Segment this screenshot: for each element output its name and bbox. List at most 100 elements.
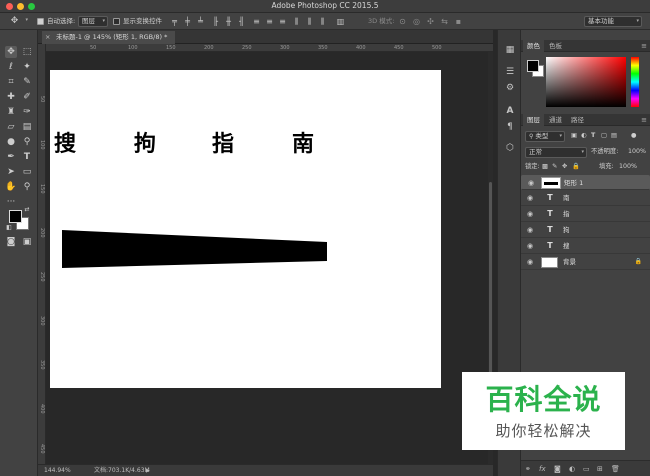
align-right-icon[interactable]: ╢ <box>237 17 246 26</box>
gradient-tool-icon[interactable]: ▤ <box>21 121 33 133</box>
align-bottom-icon[interactable]: ╧ <box>196 17 205 26</box>
align-top-icon[interactable]: ╤ <box>170 17 179 26</box>
auto-align-icon[interactable]: ▥ <box>336 17 345 26</box>
blur-tool-icon[interactable]: ● <box>5 136 17 148</box>
filter-toggle-icon[interactable]: ● <box>631 131 637 141</box>
layer-row-text[interactable]: ◉ T 狗 <box>521 223 650 238</box>
visibility-eye-icon[interactable]: ◉ <box>527 258 533 267</box>
fx-icon[interactable]: fx <box>539 464 546 474</box>
fill-value[interactable]: 100% <box>619 162 637 172</box>
clone-stamp-tool-icon[interactable]: ♜ <box>5 106 17 118</box>
document-tab[interactable]: × 未标题-1 @ 145% (矩形 1, RGB/8) * <box>42 31 176 44</box>
zoom-tool-icon[interactable]: ⚲ <box>21 181 33 193</box>
text-layer-gou[interactable]: 拘 <box>134 132 156 158</box>
distribute-left-icon[interactable]: ⫼ <box>292 17 301 26</box>
distribute-hcenter-icon[interactable]: ⫼ <box>305 17 314 26</box>
lock-pixels-icon[interactable]: ✎ <box>552 162 557 172</box>
dodge-tool-icon[interactable]: ⚲ <box>21 136 33 148</box>
brush-tool-icon[interactable]: ✐ <box>21 91 33 103</box>
drag-3d-icon[interactable]: ✣ <box>426 17 435 26</box>
marquee-tool-icon[interactable]: ⬚ <box>21 46 33 58</box>
history-panel-icon[interactable]: ▦ <box>504 44 516 56</box>
screen-mode-icon[interactable]: ▣ <box>21 236 33 248</box>
tab-color[interactable]: 颜色 <box>523 40 544 52</box>
rectangle-tool-icon[interactable]: ▭ <box>21 166 33 178</box>
adjustments-panel-icon[interactable]: ☰ <box>504 66 516 78</box>
opacity-value[interactable]: 100% <box>628 147 646 157</box>
text-layer-zhi[interactable]: 指 <box>212 132 234 158</box>
filter-pixel-icon[interactable]: ▣ <box>571 131 577 141</box>
scrollbar-thumb[interactable] <box>489 182 492 382</box>
layer-row-background[interactable]: ◉ 背景 🔒 <box>521 255 650 270</box>
blend-mode-dropdown[interactable]: 正常 ▾ <box>525 147 587 158</box>
eyedropper-tool-icon[interactable]: ✎ <box>21 76 33 88</box>
lock-all-icon[interactable]: 🔒 <box>572 162 580 172</box>
scale-3d-icon[interactable]: ▪ <box>454 17 463 26</box>
properties-panel-icon[interactable]: ⚙ <box>504 82 516 94</box>
move-tool-icon[interactable]: ✥ <box>10 17 19 26</box>
new-layer-icon[interactable]: ⊞ <box>597 464 603 474</box>
group-icon[interactable]: ▭ <box>583 464 590 474</box>
rectangle-shape-layer[interactable] <box>62 230 328 270</box>
text-layer-sou[interactable]: 搜 <box>54 132 76 158</box>
move-tool-icon[interactable]: ✥ <box>5 46 17 58</box>
panel-menu-icon[interactable]: ≡ <box>641 114 647 126</box>
align-hcenter-icon[interactable]: ╫ <box>224 17 233 26</box>
color-spectrum-field[interactable] <box>546 57 626 107</box>
path-selection-tool-icon[interactable]: ➤ <box>5 166 17 178</box>
hue-slider[interactable] <box>631 57 639 107</box>
layer-row-text[interactable]: ◉ T 搜 <box>521 239 650 254</box>
align-left-icon[interactable]: ╟ <box>211 17 220 26</box>
magic-wand-tool-icon[interactable]: ✦ <box>21 61 33 73</box>
healing-brush-tool-icon[interactable]: ✚ <box>5 91 17 103</box>
eraser-tool-icon[interactable]: ▱ <box>5 121 17 133</box>
status-menu-icon[interactable]: ▶ <box>146 466 150 476</box>
trash-icon[interactable]: 🗑 <box>611 464 620 474</box>
document-canvas[interactable]: 搜 拘 指 南 <box>50 70 441 388</box>
3d-panel-icon[interactable]: ⬡ <box>504 142 516 154</box>
auto-select-checkbox[interactable] <box>37 18 44 25</box>
workspace-switcher[interactable]: 基本功能 ▾ <box>584 16 642 27</box>
tab-channels[interactable]: 通道 <box>545 114 566 126</box>
horizontal-ruler[interactable]: 50 100 150 200 250 300 350 400 450 500 <box>46 44 493 52</box>
lock-transparency-icon[interactable]: ▩ <box>542 162 548 172</box>
pen-tool-icon[interactable]: ✒ <box>5 151 17 163</box>
filter-adjustment-icon[interactable]: ◐ <box>581 131 587 141</box>
visibility-eye-icon[interactable]: ◉ <box>527 226 533 235</box>
layer-filter-dropdown[interactable]: ⚲ 类型 ▾ <box>525 131 565 142</box>
slide-3d-icon[interactable]: ⇆ <box>440 17 449 26</box>
visibility-eye-icon[interactable]: ◉ <box>527 194 533 203</box>
distribute-vcenter-icon[interactable]: ≡ <box>265 17 274 26</box>
layer-row-text[interactable]: ◉ T 南 <box>521 191 650 206</box>
adjustment-icon[interactable]: ◐ <box>569 464 575 474</box>
close-tab-icon[interactable]: × <box>45 31 50 44</box>
paragraph-panel-icon[interactable]: ¶ <box>504 121 516 133</box>
more-tools-icon[interactable]: ··· <box>5 196 17 208</box>
orbit-3d-icon[interactable]: ⊙ <box>398 17 407 26</box>
link-icon[interactable]: ⚭ <box>525 464 531 474</box>
align-vcenter-icon[interactable]: ╪ <box>183 17 192 26</box>
filter-smart-icon[interactable]: ▤ <box>611 131 617 141</box>
hand-tool-icon[interactable]: ✋ <box>5 181 17 193</box>
foreground-color-swatch[interactable] <box>9 210 22 223</box>
type-tool-icon[interactable]: T <box>21 151 33 163</box>
mask-icon[interactable]: ◙ <box>554 464 561 474</box>
auto-select-dropdown[interactable]: 图层 ▾ <box>78 16 108 27</box>
panel-menu-icon[interactable]: ≡ <box>641 40 647 52</box>
quick-mask-icon[interactable]: ◙ <box>5 236 17 248</box>
roll-3d-icon[interactable]: ◎ <box>412 17 421 26</box>
zoom-level[interactable]: 144.94% <box>44 466 71 476</box>
distribute-bottom-icon[interactable]: ≡ <box>278 17 287 26</box>
tab-layers[interactable]: 图层 <box>523 114 544 126</box>
visibility-eye-icon[interactable]: ◉ <box>527 242 533 251</box>
default-colors-icon[interactable]: ◧ <box>4 223 14 233</box>
tool-preset-picker[interactable]: ▾ <box>22 16 30 27</box>
distribute-top-icon[interactable]: ≡ <box>252 17 261 26</box>
visibility-eye-icon[interactable]: ◉ <box>528 179 534 188</box>
layer-row-text[interactable]: ◉ T 指 <box>521 207 650 222</box>
tab-paths[interactable]: 路径 <box>567 114 588 126</box>
show-transform-checkbox[interactable] <box>113 18 120 25</box>
layer-row-shape[interactable]: ◉ 矩形 1 <box>521 175 650 190</box>
character-panel-icon[interactable]: A <box>504 105 516 117</box>
visibility-eye-icon[interactable]: ◉ <box>527 210 533 219</box>
